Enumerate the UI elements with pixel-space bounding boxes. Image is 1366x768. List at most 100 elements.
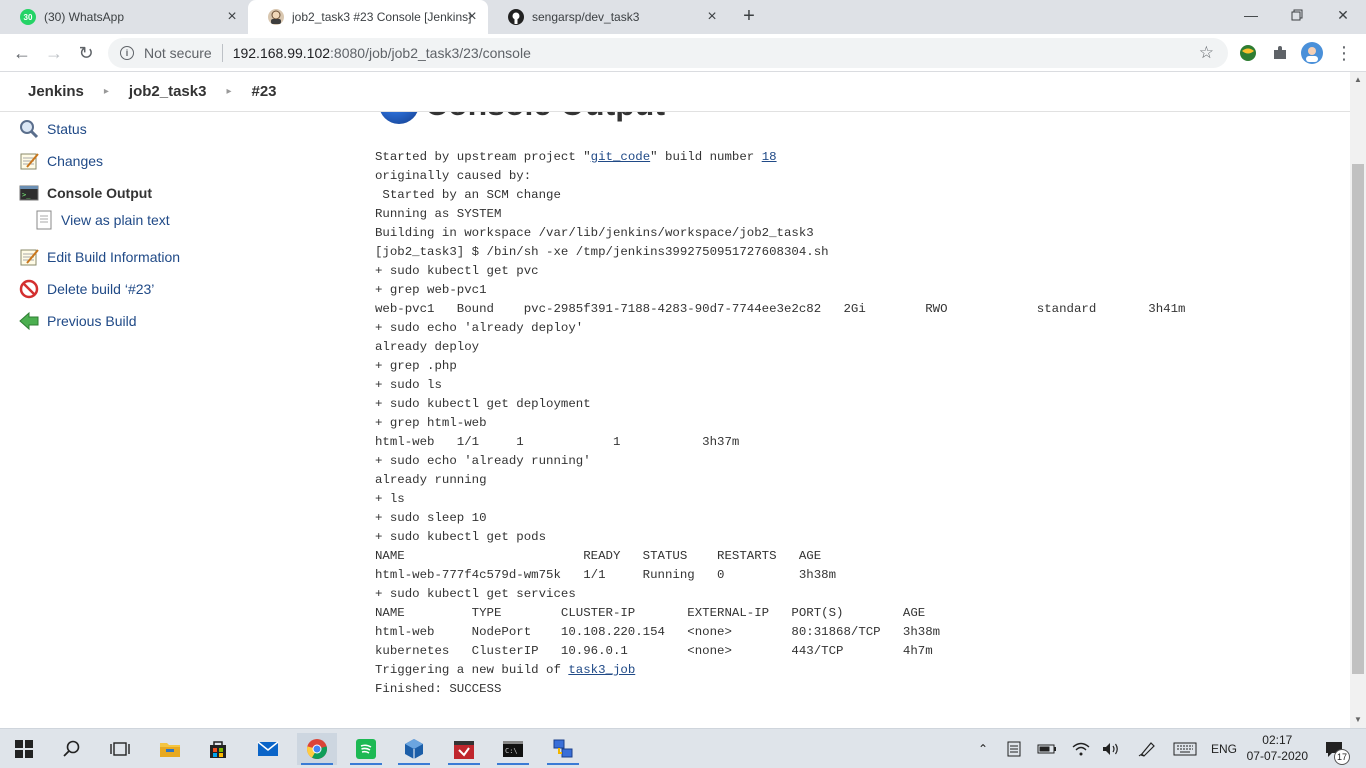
tab-title: (30) WhatsApp: [44, 10, 125, 24]
task-view-plain-text[interactable]: View as plain text: [34, 210, 170, 230]
close-tab-icon[interactable]: ×: [464, 9, 480, 25]
page-title: Console Output: [425, 112, 665, 123]
jenkins-icon: [268, 9, 284, 25]
browser-toolbar: ← → ↻ i Not secure 192.168.99.102:8080/j…: [0, 34, 1366, 72]
spotify-icon[interactable]: [346, 733, 386, 765]
system-clock[interactable]: 02:17 07-07-2020: [1247, 732, 1308, 764]
build-number-link[interactable]: 18: [762, 150, 777, 164]
new-tab-icon[interactable]: +: [738, 5, 760, 27]
task-view-icon[interactable]: [100, 733, 140, 765]
scroll-down-icon[interactable]: ▼: [1350, 712, 1366, 728]
profile-avatar[interactable]: [1301, 42, 1323, 64]
close-tab-icon[interactable]: ×: [704, 9, 720, 25]
notepad-icon: [18, 246, 40, 268]
task-previous-build[interactable]: Previous Build: [18, 310, 137, 332]
main-panel: Console Output Started by upstream proje…: [375, 112, 1350, 718]
tab-title: sengarsp/dev_task3: [532, 10, 640, 24]
task-label[interactable]: Edit Build Information: [47, 249, 180, 265]
divider: [221, 44, 223, 62]
windows-start-icon[interactable]: [4, 733, 44, 765]
console-status: Finished: SUCCESS: [375, 682, 502, 696]
scroll-up-icon[interactable]: ▲: [1350, 72, 1366, 88]
notification-count-badge: 17: [1334, 749, 1350, 765]
close-tab-icon[interactable]: ×: [224, 9, 240, 25]
tab-github[interactable]: sengarsp/dev_task3 ×: [488, 0, 728, 34]
bookmark-star-icon[interactable]: ☆: [1199, 43, 1214, 63]
magnifier-icon: [18, 118, 40, 140]
github-icon: [508, 9, 524, 25]
file-explorer-icon[interactable]: [150, 733, 190, 765]
task-console-output[interactable]: >_ Console Output: [18, 182, 152, 204]
task-label[interactable]: Changes: [47, 153, 103, 169]
minimize-icon[interactable]: —: [1228, 0, 1274, 30]
triggered-job-link[interactable]: task3_job: [568, 663, 635, 677]
network-app-icon[interactable]: [543, 733, 583, 765]
breadcrumb-jenkins[interactable]: Jenkins: [28, 83, 84, 100]
search-icon[interactable]: [52, 733, 92, 765]
task-changes[interactable]: Changes: [18, 150, 103, 172]
task-label[interactable]: Status: [47, 121, 87, 137]
volume-icon[interactable]: [1100, 737, 1122, 761]
tab-title: job2_task3 #23 Console [Jenkins]: [292, 10, 472, 24]
security-label[interactable]: Not secure: [144, 45, 212, 61]
close-window-icon[interactable]: ✕: [1320, 0, 1366, 30]
extension-globe-icon[interactable]: [1237, 42, 1259, 64]
battery-icon[interactable]: [1036, 737, 1058, 761]
task-label[interactable]: Previous Build: [47, 313, 137, 329]
app-red-icon[interactable]: [444, 733, 484, 765]
address-bar[interactable]: i Not secure 192.168.99.102:8080/job/job…: [108, 38, 1228, 68]
tab-whatsapp[interactable]: 30 (30) WhatsApp ×: [0, 0, 248, 34]
breadcrumb-arrow-icon[interactable]: ▸: [104, 86, 109, 97]
wifi-icon[interactable]: [1070, 737, 1092, 761]
clock-date: 07-07-2020: [1246, 749, 1308, 763]
forward-icon[interactable]: →: [42, 41, 66, 65]
show-hidden-icons-icon[interactable]: ⌃: [974, 737, 992, 761]
breadcrumb-arrow-icon[interactable]: ▸: [226, 86, 231, 97]
console-text: " build number: [650, 150, 762, 164]
virtualbox-icon[interactable]: [394, 733, 434, 765]
clock-time: 02:17: [1262, 733, 1293, 747]
windows-taskbar: C:\ ⌃ ENG 02:17 07-07-2020 17: [0, 728, 1366, 768]
upstream-project-link[interactable]: git_code: [591, 150, 651, 164]
restore-icon[interactable]: [1274, 0, 1320, 30]
page-scrollbar[interactable]: ▲ ▼: [1350, 72, 1366, 728]
chrome-icon[interactable]: [297, 733, 337, 765]
task-status[interactable]: Status: [18, 118, 87, 140]
language-indicator[interactable]: ENG: [1208, 737, 1240, 761]
task-delete-build[interactable]: Delete build ‘#23’: [18, 278, 154, 300]
breadcrumb: Jenkins ▸ job2_task3 ▸ #23: [0, 72, 1350, 112]
tray-app-icon[interactable]: [1004, 737, 1024, 761]
pen-icon[interactable]: [1136, 737, 1158, 761]
blue-ball-status-icon: [379, 112, 419, 124]
info-icon[interactable]: i: [120, 46, 134, 60]
reload-icon[interactable]: ↻: [74, 41, 98, 65]
no-entry-icon: [18, 278, 40, 300]
browser-tab-strip: 30 (30) WhatsApp × job2_task3 #23 Consol…: [0, 0, 1366, 34]
back-icon[interactable]: ←: [10, 41, 34, 65]
console-text: originally caused by: Started by an SCM …: [375, 169, 1186, 658]
green-left-arrow-icon: [18, 310, 40, 332]
url-path: :8080/job/job2_task3/23/console: [330, 45, 531, 61]
console-output: Started by upstream project "git_code" b…: [375, 148, 1185, 699]
url-host: 192.168.99.102: [232, 45, 331, 61]
scrollbar-thumb[interactable]: [1352, 164, 1364, 674]
touch-keyboard-icon[interactable]: [1172, 737, 1198, 761]
breadcrumb-job[interactable]: job2_task3: [129, 83, 207, 100]
extensions-puzzle-icon[interactable]: [1269, 42, 1291, 64]
console-text: Triggering a new build of: [375, 663, 569, 677]
microsoft-store-icon[interactable]: [198, 733, 238, 765]
browser-menu-icon[interactable]: ⋮: [1333, 42, 1355, 64]
task-edit-build-information[interactable]: Edit Build Information: [18, 246, 180, 268]
breadcrumb-build[interactable]: #23: [251, 83, 276, 100]
mail-icon[interactable]: [248, 733, 288, 765]
command-prompt-icon[interactable]: C:\: [493, 733, 533, 765]
task-label[interactable]: View as plain text: [61, 212, 170, 228]
svg-text:>_: >_: [22, 191, 31, 199]
terminal-icon: >_: [18, 182, 40, 204]
task-label[interactable]: Console Output: [47, 185, 152, 201]
notepad-icon: [18, 150, 40, 172]
tab-jenkins-console[interactable]: job2_task3 #23 Console [Jenkins] ×: [248, 0, 488, 34]
svg-text:C:\: C:\: [505, 747, 518, 755]
task-label[interactable]: Delete build ‘#23’: [47, 281, 154, 297]
document-icon: [34, 210, 54, 230]
